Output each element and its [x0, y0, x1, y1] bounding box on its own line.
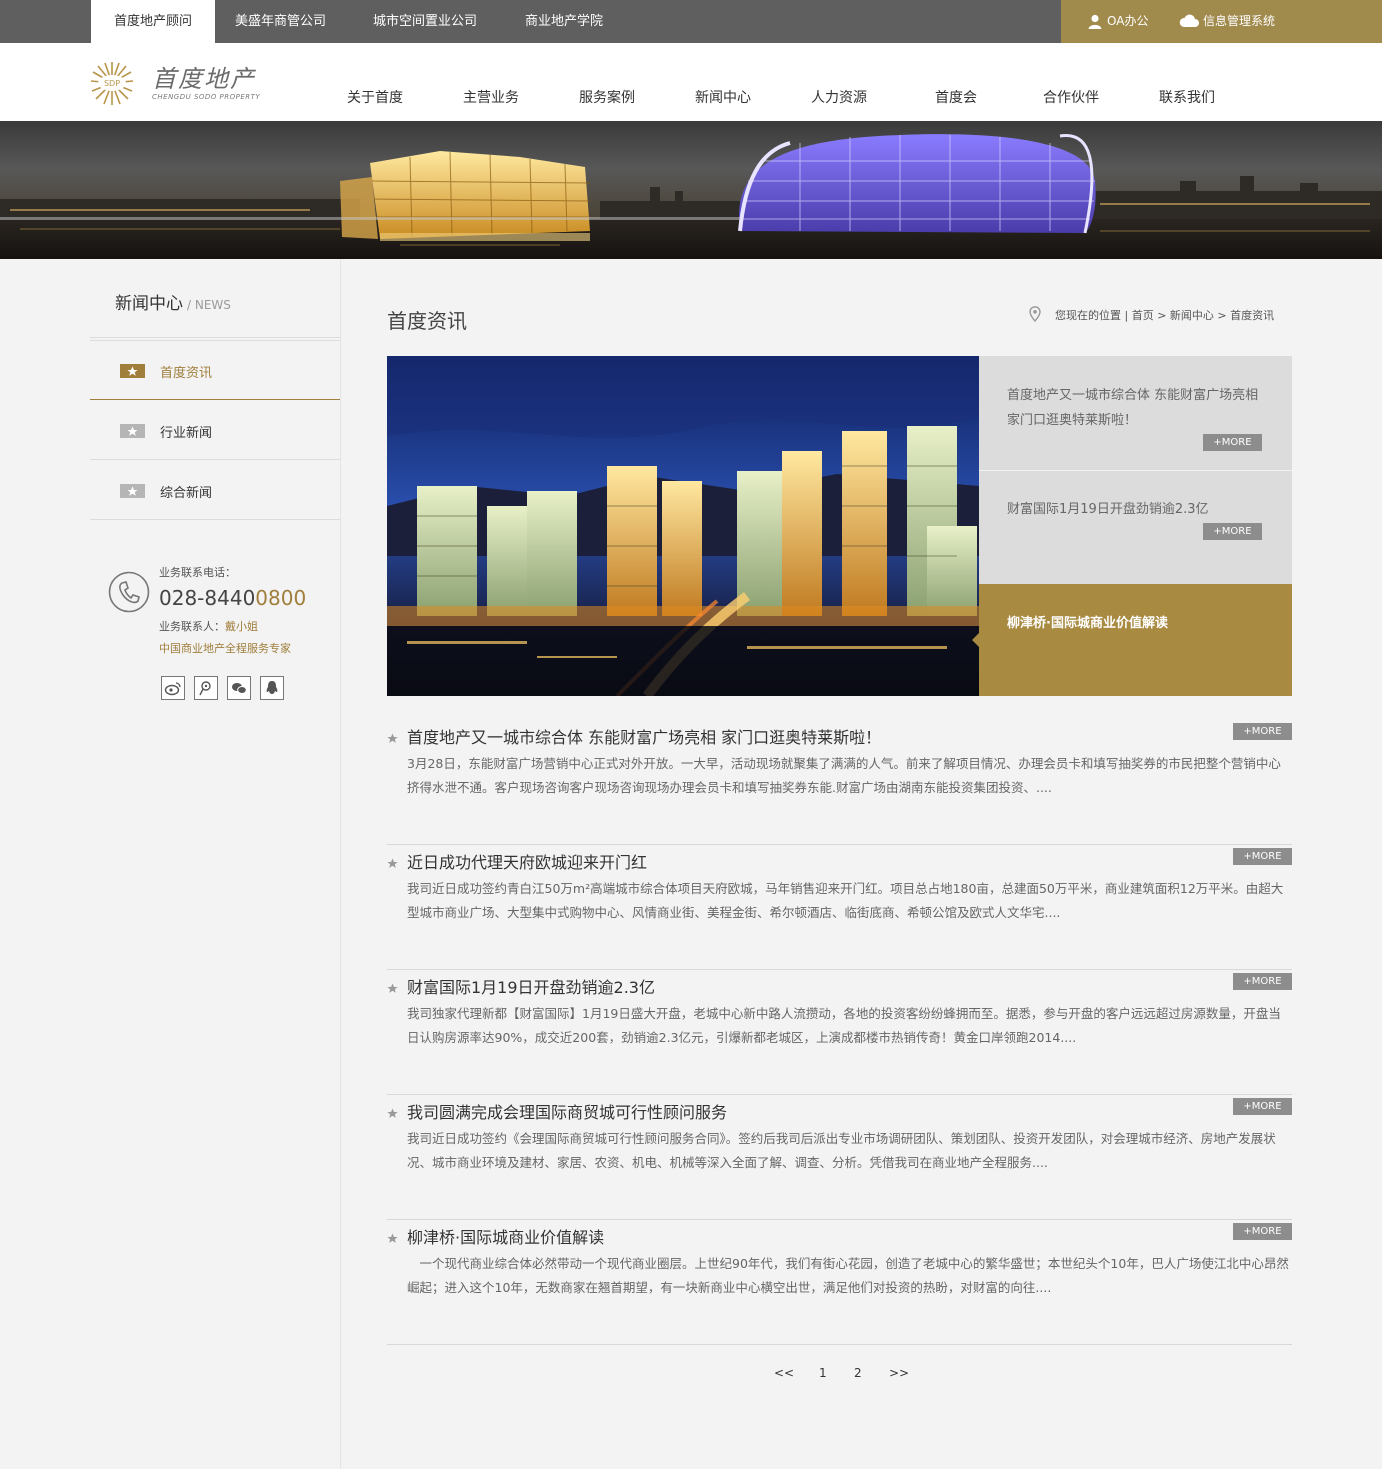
- featured-item-title: 柳津桥·国际城商业价值解读: [1007, 616, 1168, 631]
- pager-page-2[interactable]: 2: [854, 1366, 862, 1380]
- featured-item[interactable]: 财富国际1月19日开盘劲销逾2.3亿 +MORE: [979, 470, 1292, 584]
- breadcrumb[interactable]: 您现在的位置 | 首页 > 新闻中心 > 首度资讯: [1055, 307, 1274, 323]
- svg-text:SDP: SDP: [104, 79, 120, 88]
- more-button[interactable]: +MORE: [1233, 1223, 1292, 1240]
- pager-next[interactable]: >>: [889, 1366, 909, 1380]
- more-button[interactable]: +MORE: [1233, 848, 1292, 865]
- nav-club[interactable]: 首度会: [935, 87, 977, 107]
- news-summary: 3月28日，东能财富广场营销中心正式对外开放。一大早，活动现场就聚集了满满的人气…: [407, 756, 1281, 795]
- nav-about[interactable]: 关于首度: [347, 87, 403, 107]
- sidebar-item-general-news[interactable]: 综合新闻: [90, 461, 340, 520]
- contact-person: 业务联系人：戴小姐: [159, 620, 258, 633]
- star-icon: [120, 364, 145, 378]
- tab-meishengnian[interactable]: 美盛年商管公司: [235, 0, 326, 43]
- news-summary: 我司独家代理新都【财富国际】1月19日盛大开盘，老城中心新中路人流攒动，各地的投…: [407, 1006, 1281, 1045]
- star-icon: [387, 1108, 398, 1118]
- sidebar-item-industry-news[interactable]: 行业新闻: [90, 401, 340, 460]
- night-city-image: [387, 356, 979, 696]
- star-icon: [120, 484, 145, 498]
- cloud-icon: [1179, 14, 1199, 27]
- news-title[interactable]: 柳津桥·国际城商业价值解读: [407, 1224, 604, 1248]
- nav-hr[interactable]: 人力资源: [811, 87, 867, 107]
- news-title[interactable]: 首度地产又一城市综合体 东能财富广场亮相 家门口逛奥特莱斯啦！: [407, 724, 881, 748]
- tencent-weibo-icon[interactable]: [194, 676, 218, 700]
- news-summary: 一个现代商业综合体必然带动一个现代商业圈层。上世纪90年代，我们有街心花园，创造…: [407, 1256, 1289, 1295]
- slogan: 中国商业地产全程服务专家: [159, 642, 291, 655]
- user-icon: [1088, 14, 1102, 29]
- news-summary: 我司近日成功签约青白江50万m²高端城市综合体项目天府欧城，马年销售迎来开门红。…: [407, 881, 1284, 920]
- sidebar: 新闻中心 / NEWS 首度资讯 行业新闻 综合新闻 业务联系电话： 028-84…: [0, 259, 340, 1469]
- star-icon: [120, 424, 145, 438]
- news-item[interactable]: 柳津桥·国际城商业价值解读 一个现代商业综合体必然带动一个现代商业圈层。上世纪9…: [387, 1220, 1292, 1345]
- sidebar-item-label: 首度资讯: [160, 366, 213, 381]
- banner-image: [0, 121, 1382, 259]
- location-pin-icon: [1029, 306, 1041, 322]
- contact-label: 业务联系电话：: [159, 566, 236, 579]
- featured-item-active[interactable]: 柳津桥·国际城商业价值解读: [972, 584, 1292, 696]
- info-system-link[interactable]: 信息管理系统: [1203, 0, 1275, 43]
- tab-city-space[interactable]: 城市空间置业公司: [373, 0, 477, 43]
- featured-slider: 首度地产又一城市综合体 东能财富广场亮相 家门口逛奥特莱斯啦！ +MORE 财富…: [387, 356, 1292, 696]
- news-item[interactable]: 近日成功代理天府欧城迎来开门红 我司近日成功签约青白江50万m²高端城市综合体项…: [387, 845, 1292, 970]
- more-button[interactable]: +MORE: [1233, 723, 1292, 740]
- star-icon: [387, 983, 398, 993]
- logo-english-text: CHENGDU SODO PROPERTY: [152, 93, 261, 101]
- more-button[interactable]: +MORE: [1203, 523, 1262, 540]
- more-button[interactable]: +MORE: [1233, 1098, 1292, 1115]
- news-title[interactable]: 财富国际1月19日开盘劲销逾2.3亿: [407, 974, 655, 998]
- header: SDP 首度地产 CHENGDU SODO PROPERTY 关于首度 主营业务…: [0, 43, 1382, 121]
- phone-icon: [108, 571, 150, 613]
- divider: [90, 337, 340, 338]
- star-icon: [387, 733, 398, 743]
- weibo-icon[interactable]: [161, 676, 185, 700]
- tab-sodo-consulting[interactable]: 首度地产顾问: [91, 0, 215, 43]
- active-pointer: [972, 633, 979, 647]
- tab-academy[interactable]: 商业地产学院: [525, 0, 603, 43]
- nav-business[interactable]: 主营业务: [463, 87, 519, 107]
- phone-number: 028-84400800: [159, 586, 307, 610]
- news-item[interactable]: 财富国际1月19日开盘劲销逾2.3亿 我司独家代理新都【财富国际】1月19日盛大…: [387, 970, 1292, 1095]
- main-content: 首度资讯 您现在的位置 | 首页 > 新闻中心 > 首度资讯 首度地产又一城市综…: [340, 259, 1382, 1469]
- logo-text[interactable]: 首度地产: [152, 59, 256, 94]
- sidebar-title: 新闻中心 / NEWS: [115, 294, 231, 314]
- top-bar: 首度地产顾问 美盛年商管公司 城市空间置业公司 商业地产学院 OA办公 信息管理…: [0, 0, 1382, 43]
- nav-news[interactable]: 新闻中心: [695, 87, 751, 107]
- news-summary: 我司近日成功签约《会理国际商贸城可行性顾问服务合同》。签约后我司后派出专业市场调…: [407, 1131, 1276, 1170]
- wechat-icon[interactable]: [227, 676, 251, 700]
- news-title[interactable]: 近日成功代理天府欧城迎来开门红: [407, 849, 647, 873]
- featured-item-title: 首度地产又一城市综合体 东能财富广场亮相 家门口逛奥特莱斯啦！: [1007, 388, 1259, 428]
- news-item[interactable]: 首度地产又一城市综合体 东能财富广场亮相 家门口逛奥特莱斯啦！ 3月28日，东能…: [387, 720, 1292, 845]
- news-item[interactable]: 我司圆满完成会理国际商贸城可行性顾问服务 我司近日成功签约《会理国际商贸城可行性…: [387, 1095, 1292, 1220]
- sidebar-item-label: 行业新闻: [160, 426, 213, 441]
- star-icon: [387, 858, 398, 868]
- more-button[interactable]: +MORE: [1203, 434, 1262, 451]
- star-icon: [387, 1233, 398, 1243]
- sidebar-item-label: 综合新闻: [160, 486, 213, 501]
- featured-item-title: 财富国际1月19日开盘劲销逾2.3亿: [1007, 502, 1209, 517]
- nav-contact[interactable]: 联系我们: [1159, 87, 1215, 107]
- nav-partners[interactable]: 合作伙伴: [1043, 87, 1099, 107]
- more-button[interactable]: +MORE: [1233, 973, 1292, 990]
- qq-icon[interactable]: [260, 676, 284, 700]
- page-title: 首度资讯: [387, 309, 467, 333]
- nav-cases[interactable]: 服务案例: [579, 87, 635, 107]
- system-links: OA办公 信息管理系统: [1061, 0, 1382, 43]
- sidebar-item-sodo-news[interactable]: 首度资讯: [90, 341, 340, 400]
- logo-sun-icon[interactable]: SDP: [90, 61, 134, 105]
- banner-night-buildings: [0, 133, 1382, 259]
- featured-item[interactable]: 首度地产又一城市综合体 东能财富广场亮相 家门口逛奥特莱斯啦！ +MORE: [979, 356, 1292, 470]
- oa-link[interactable]: OA办公: [1107, 0, 1148, 43]
- news-title[interactable]: 我司圆满完成会理国际商贸城可行性顾问服务: [407, 1099, 727, 1123]
- featured-image[interactable]: [387, 356, 979, 696]
- pager-prev[interactable]: <<: [774, 1366, 794, 1380]
- pager-page-1[interactable]: 1: [819, 1366, 827, 1380]
